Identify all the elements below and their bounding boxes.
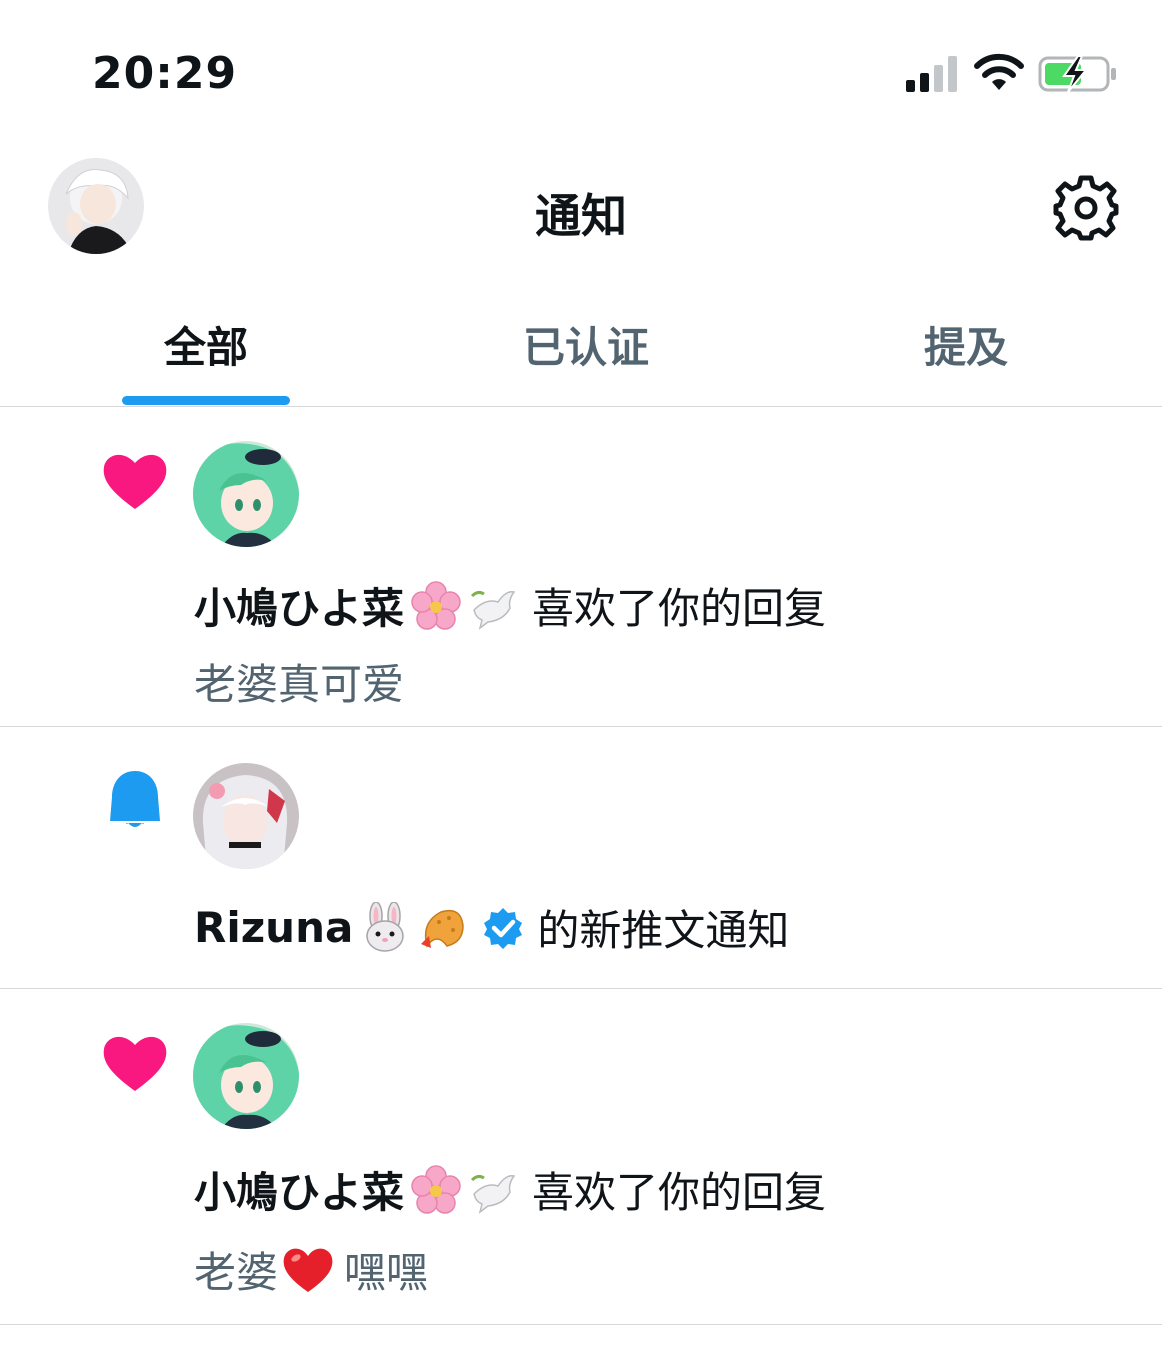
preview-text: 老婆: [194, 1248, 279, 1297]
cherry-blossom-icon: [411, 580, 461, 630]
status-bar: 20:29: [0, 0, 1162, 140]
battery-charging-icon: [1038, 55, 1116, 93]
notification-item[interactable]: Rizuna 的新推文通知: [0, 727, 1162, 989]
user-name[interactable]: Rizuna: [194, 903, 353, 952]
action-text: 喜欢了你的回复: [532, 1168, 827, 1217]
notification-text: 小鳩ひよ菜 喜欢了你的回复: [194, 575, 826, 636]
notification-item[interactable]: 小鳩ひよ菜 喜欢了你的回复 老婆真可爱: [0, 407, 1162, 727]
user-name[interactable]: 小鳩ひよ菜: [194, 575, 404, 636]
status-time: 20:29: [92, 48, 238, 99]
action-text: 的新推文通知: [537, 906, 790, 955]
action-text: 喜欢了你的回复: [532, 584, 827, 633]
avatar[interactable]: [193, 763, 299, 869]
tab-mentions[interactable]: 提及: [776, 314, 1156, 375]
user-name[interactable]: 小鳩ひよ菜: [194, 1159, 404, 1220]
top-header: 通知: [0, 150, 1162, 270]
bell-icon: [110, 771, 160, 830]
heart-icon: [103, 454, 167, 509]
notification-tabs: 全部 已认证 提及: [0, 290, 1162, 407]
preview-text: 嘿嘿: [344, 1248, 429, 1297]
cellular-signal-icon: [906, 56, 957, 92]
verified-badge-icon: [484, 907, 523, 949]
dove-icon: [470, 590, 516, 630]
notification-text: Rizuna 的新推文通知: [194, 897, 789, 958]
heart-icon: [103, 1036, 167, 1091]
avatar[interactable]: [193, 441, 299, 547]
rabbit-face-icon: [366, 901, 405, 952]
page-title: 通知: [535, 189, 627, 243]
wifi-icon: [974, 53, 1024, 90]
red-heart-icon: [283, 1248, 333, 1292]
tab-all[interactable]: 全部: [16, 314, 396, 375]
notification-item[interactable]: 小鳩ひよ菜 喜欢了你的回复 老婆 嘿嘿: [0, 989, 1162, 1325]
gear-icon[interactable]: [1052, 174, 1120, 242]
reply-preview: 老婆 嘿嘿: [194, 1239, 428, 1300]
cherry-blossom-icon: [411, 1164, 461, 1214]
reply-preview: 老婆真可爱: [194, 660, 405, 709]
dove-icon: [470, 1174, 516, 1214]
notification-text: 小鳩ひよ菜 喜欢了你的回复: [194, 1159, 826, 1220]
avatar[interactable]: [193, 1023, 299, 1129]
active-tab-indicator: [122, 396, 290, 405]
tab-verified[interactable]: 已认证: [396, 314, 776, 375]
fried-shrimp-icon: [421, 909, 465, 948]
